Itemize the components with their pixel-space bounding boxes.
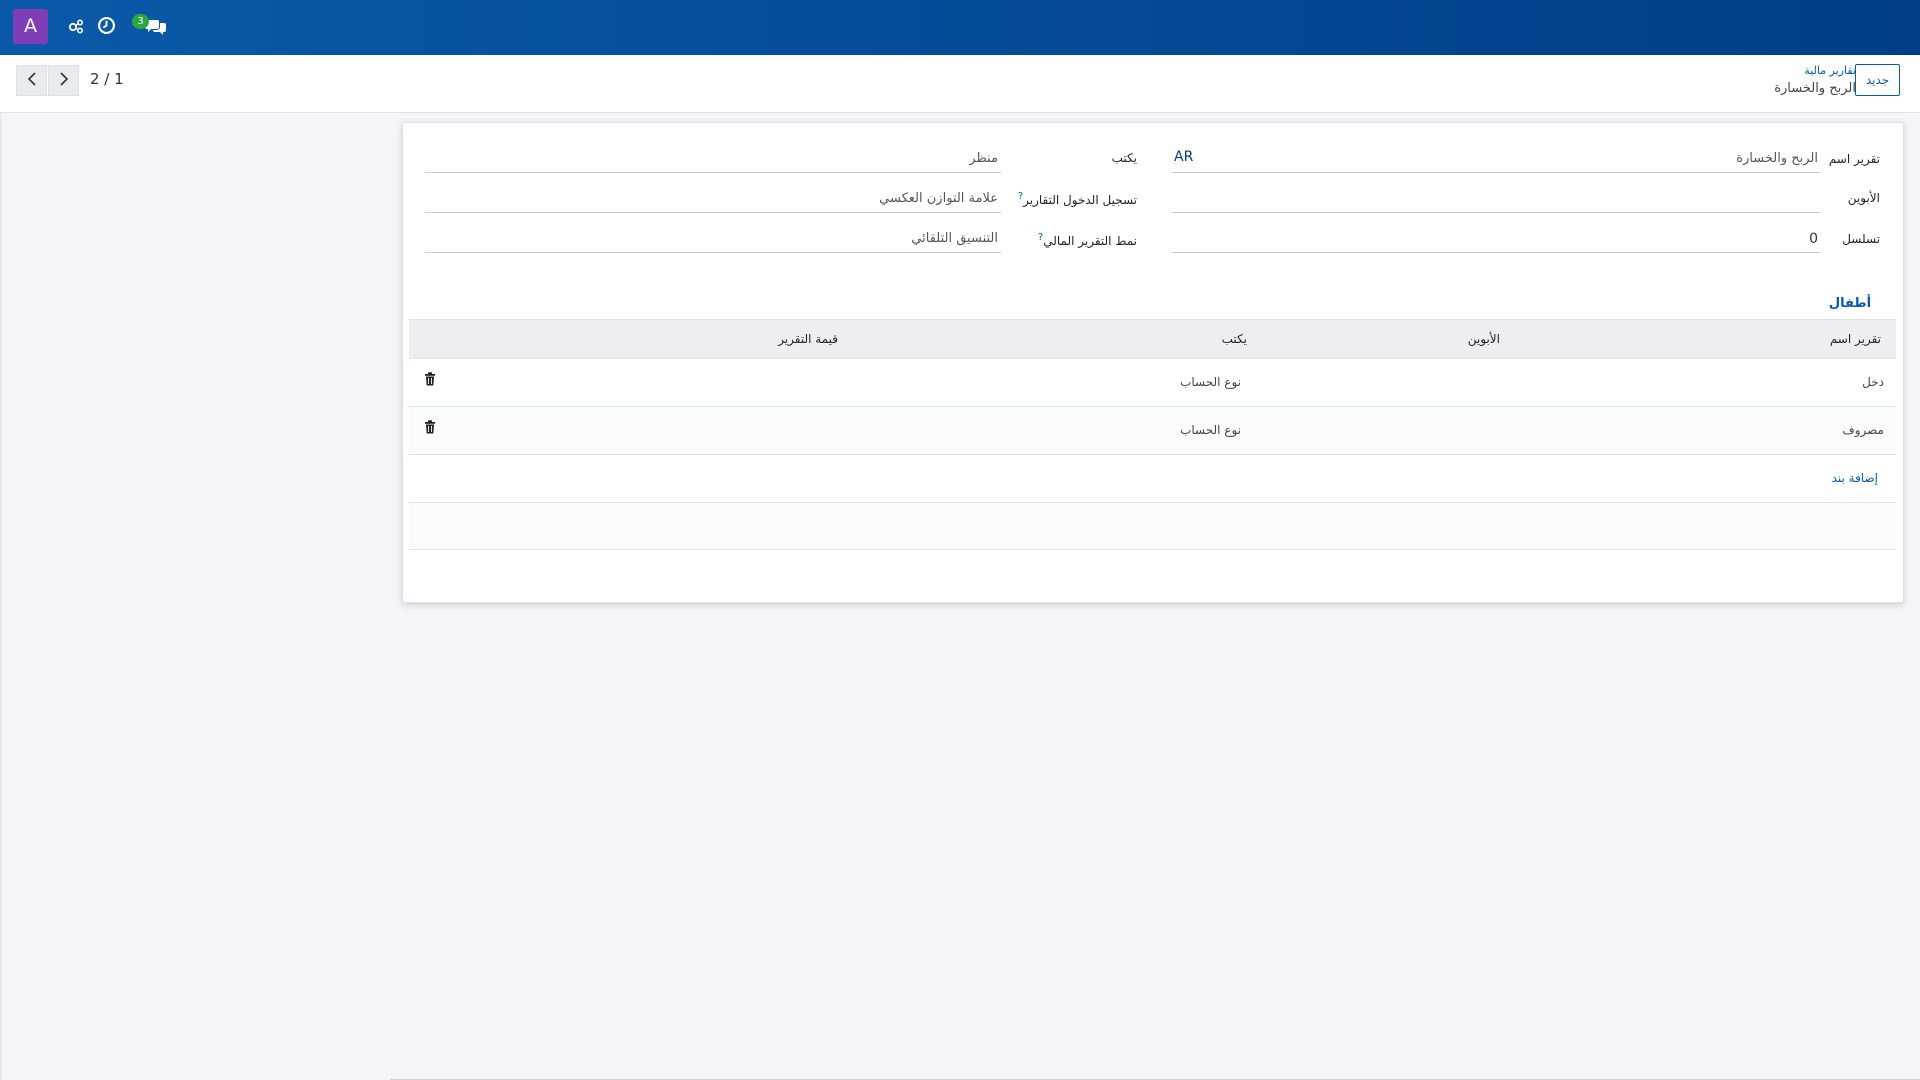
- report-style-label: نمط التقرير المالي?: [1035, 232, 1137, 248]
- chevron-left-icon: [27, 71, 37, 90]
- add-line-row: إضافة بند: [409, 455, 1896, 503]
- chat-badge: 3: [132, 14, 149, 29]
- report-name-label: تقرير اسم: [1828, 152, 1880, 166]
- type-value: منظر: [969, 151, 998, 166]
- chevron-right-icon: [59, 71, 69, 90]
- pager-value[interactable]: 2 / 1: [90, 70, 124, 88]
- settings-share-icon[interactable]: [68, 18, 84, 38]
- report-entry-select[interactable]: علامة التوازن العكسي: [425, 185, 1001, 213]
- report-entry-value: علامة التوازن العكسي: [879, 191, 998, 206]
- add-line-link[interactable]: إضافة بند: [1832, 471, 1878, 485]
- form-sheet: تقرير اسم الربح والخسارة AR الأبوين تسلس…: [402, 122, 1904, 603]
- sequence-field[interactable]: 0: [1171, 225, 1821, 253]
- parents-field[interactable]: [1171, 185, 1821, 213]
- breadcrumb-current: الربح والخسارة: [1774, 81, 1856, 96]
- top-navbar: A 3: [0, 0, 1920, 55]
- table-row[interactable]: دخل نوع الحساب: [409, 359, 1896, 407]
- control-panel: 2 / 1 جديد تقارير مالية الربح والخسارة: [0, 55, 1920, 113]
- row-name: مصروف: [1842, 423, 1884, 437]
- tab-children[interactable]: أطفال: [1821, 288, 1879, 321]
- report-entry-label-text: تسجيل الدخول التقارير: [1023, 193, 1137, 207]
- column-header-name[interactable]: تقرير اسم: [1830, 332, 1881, 346]
- report-style-select[interactable]: التنسيق التلقائي: [425, 225, 1001, 253]
- table-row[interactable]: مصروف نوع الحساب: [409, 407, 1896, 455]
- sequence-label: تسلسل: [1842, 232, 1880, 246]
- report-style-value: التنسيق التلقائي: [911, 231, 998, 246]
- language-toggle[interactable]: AR: [1174, 149, 1193, 165]
- column-header-report-value[interactable]: قيمة التقرير: [778, 332, 838, 346]
- pager-previous-button[interactable]: [16, 65, 47, 96]
- column-header-type[interactable]: يكتب: [1222, 332, 1247, 346]
- new-button[interactable]: جديد: [1855, 64, 1900, 96]
- type-label: يكتب: [1111, 151, 1137, 165]
- row-type: نوع الحساب: [1180, 375, 1241, 389]
- column-header-parents[interactable]: الأبوين: [1468, 332, 1500, 346]
- report-entry-label: تسجيل الدخول التقارير?: [1015, 191, 1137, 207]
- table-header: تقرير اسم الأبوين يكتب قيمة التقرير: [409, 319, 1896, 359]
- sequence-value: 0: [1809, 231, 1818, 247]
- user-avatar[interactable]: A: [13, 9, 48, 44]
- row-type: نوع الحساب: [1180, 423, 1241, 437]
- report-style-label-text: نمط التقرير المالي: [1043, 234, 1137, 248]
- left-edge-divider: [0, 113, 2, 1080]
- delete-row-icon[interactable]: [424, 419, 436, 438]
- parents-label: الأبوين: [1847, 191, 1880, 205]
- row-name: دخل: [1862, 375, 1884, 389]
- children-table: تقرير اسم الأبوين يكتب قيمة التقرير دخل …: [409, 319, 1896, 550]
- clock-icon[interactable]: [97, 16, 116, 39]
- pager-next-button[interactable]: [48, 65, 79, 96]
- report-name-value: الربح والخسارة: [1736, 151, 1818, 166]
- report-name-field[interactable]: الربح والخسارة: [1171, 145, 1821, 173]
- breadcrumb-parent-link[interactable]: تقارير مالية: [1804, 64, 1856, 77]
- delete-row-icon[interactable]: [424, 371, 436, 390]
- empty-row: [409, 503, 1896, 550]
- type-select[interactable]: منظر: [425, 145, 1001, 173]
